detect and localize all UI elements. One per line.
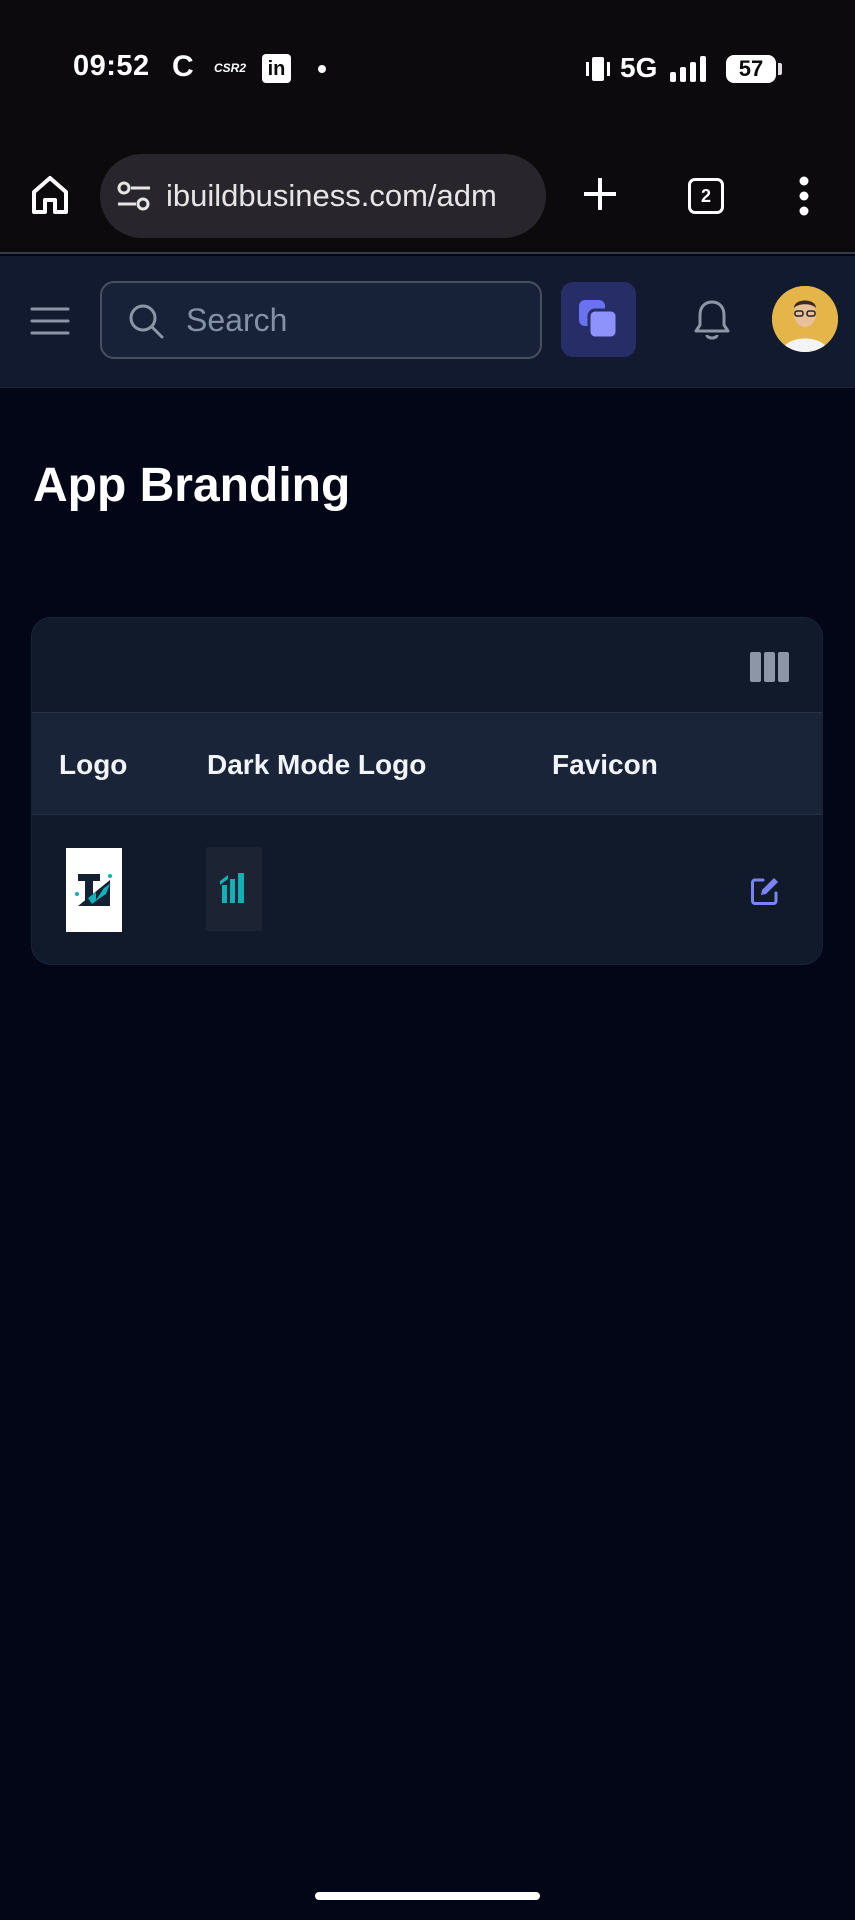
search-input[interactable] [186,297,526,343]
search-box[interactable] [100,281,542,359]
avatar-photo [772,286,838,352]
signal-icon [670,56,706,82]
avatar[interactable] [772,286,838,352]
network-type: 5G [620,52,658,83]
browser-bar: ibuildbusiness.com/adm 2 [0,140,855,254]
dark-mode-logo-image [206,847,262,931]
column-header-dark-mode-logo[interactable]: Dark Mode Logo [207,749,426,781]
app-header [0,256,855,388]
column-bar [764,652,775,682]
notification-c-icon: C [172,50,194,83]
column-bar [778,652,789,682]
edit-icon[interactable] [749,875,781,907]
screen: 09:52 C CSR2 in 5G 57 ibuildbusiness.com… [0,0,855,1920]
site-settings-icon[interactable] [116,180,152,212]
search-icon [129,304,164,339]
column-header-logo[interactable]: Logo [59,749,127,781]
page-title: App Branding [33,459,351,512]
branding-table: Logo Dark Mode Logo Favicon [31,617,823,965]
home-indicator[interactable] [315,1892,540,1900]
copy-icon [579,300,619,340]
bell-icon[interactable] [692,298,732,342]
notification-csr2-icon: CSR2 [214,61,247,75]
app-switcher-button[interactable] [561,282,636,357]
notification-dot-icon [318,65,326,73]
battery-icon: 57 [726,55,776,83]
url-bar[interactable]: ibuildbusiness.com/adm [100,154,546,238]
linkedin-icon: in [262,54,291,83]
columns-toggle-icon[interactable] [750,652,790,684]
status-bar: 09:52 C CSR2 in 5G 57 [0,0,855,140]
table-row [32,815,822,964]
vibrate-icon [586,57,610,81]
battery-tip [778,63,782,75]
logo-image [66,848,122,932]
column-bar [750,652,761,682]
home-icon[interactable] [30,174,70,216]
brand-logo-dark-icon [220,873,244,903]
table-toolbar [32,618,822,713]
tab-switcher-button[interactable]: 2 [688,178,724,214]
brand-logo-icon [75,874,112,906]
url-text[interactable]: ibuildbusiness.com/adm [166,178,536,214]
more-options-icon[interactable] [798,176,810,216]
column-header-favicon[interactable]: Favicon [552,749,658,781]
status-time: 09:52 [73,50,150,82]
table-header-row: Logo Dark Mode Logo Favicon [32,713,822,815]
hamburger-menu-icon[interactable] [30,306,70,336]
new-tab-icon[interactable] [582,176,618,212]
